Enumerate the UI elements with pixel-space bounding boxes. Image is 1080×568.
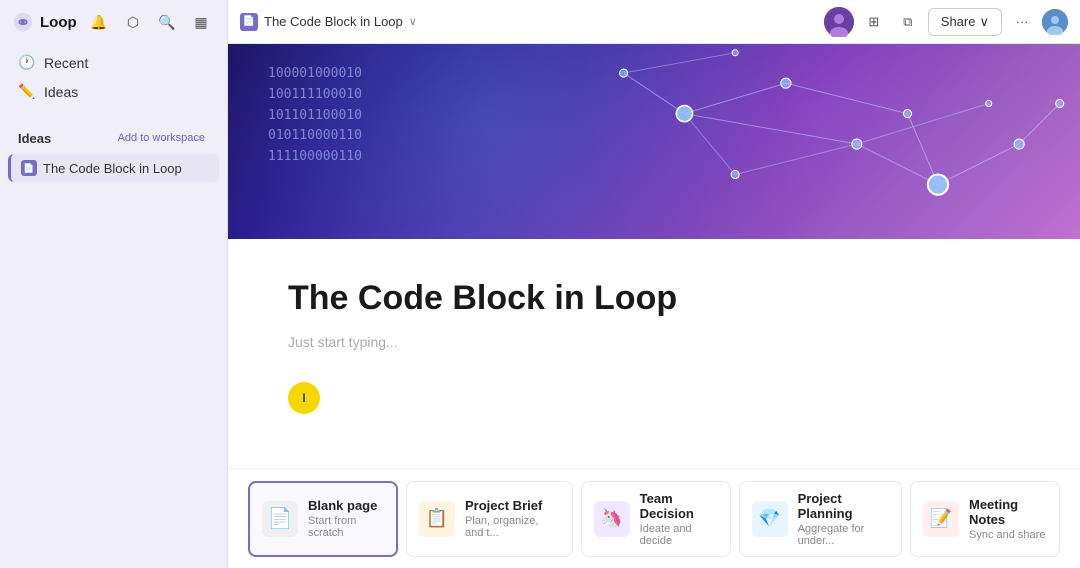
meeting-template-icon: 📝 [923,501,959,537]
avatar-image [824,7,854,37]
planning-template-icon: 💎 [752,501,788,537]
sidebar-top-icons: 🔔 ⬡ 🔍 ▦ [85,8,215,36]
page-title: The Code Block in Loop [288,279,1020,318]
blank-template-desc: Start from scratch [308,515,384,539]
ideas-icon: ✏️ [18,83,36,100]
sidebar-item-recent[interactable]: 🕐 Recent [8,48,219,77]
decision-template-info: Team Decision Ideate and decide [640,491,718,547]
add-to-workspace-button[interactable]: Add to workspace [114,130,209,146]
brief-template-icon: 📋 [419,501,455,537]
search-button[interactable]: 🔍 [153,8,181,36]
user-avatar[interactable] [824,7,854,37]
main-content: 📄 The Code Block in Loop ∨ ⊞ ⧉ Share ∨ [228,0,1080,568]
brief-template-desc: Plan, organize, and t... [465,515,560,539]
sidebar-section-ideas: Ideas Add to workspace 📄 The Code Block … [0,126,227,182]
decision-template-name: Team Decision [640,491,718,521]
meeting-template-info: Meeting Notes Sync and share [969,497,1047,541]
text-cursor: I [288,382,320,414]
sidebar-section-header: Ideas Add to workspace [8,126,219,150]
topbar: 📄 The Code Block in Loop ∨ ⊞ ⧉ Share ∨ [228,0,1080,44]
page-content: The Code Block in Loop Just start typing… [228,239,1080,468]
decision-template-icon: 🦄 [594,501,630,537]
app-name: Loop [40,14,77,31]
template-card-brief[interactable]: 📋 Project Brief Plan, organize, and t... [406,481,573,557]
apps-button[interactable]: ⊞ [860,8,888,36]
share-label: Share [941,14,976,29]
template-card-blank[interactable]: 📄 Blank page Start from scratch [248,481,398,557]
breadcrumb-text: The Code Block in Loop [264,14,403,29]
page-item-icon: 📄 [21,160,37,176]
topbar-actions: ⊞ ⧉ Share ∨ ··· [824,7,1068,37]
page-placeholder[interactable]: Just start typing... [288,334,1020,350]
meeting-template-desc: Sync and share [969,529,1047,541]
breadcrumb: 📄 The Code Block in Loop ∨ [240,13,816,31]
hero-banner: 100001000010 100111100010 101101100010 0… [228,44,1080,239]
loop-logo-icon [12,11,34,33]
starred-button[interactable]: ⬡ [119,8,147,36]
sidebar-item-recent-label: Recent [44,55,88,71]
planning-template-name: Project Planning [798,491,889,521]
profile-avatar-image [1042,9,1068,35]
sidebar-section-title: Ideas [18,131,51,146]
share-chevron-icon: ∨ [979,14,989,30]
notifications-button[interactable]: 🔔 [85,8,113,36]
breadcrumb-chevron-icon[interactable]: ∨ [409,15,417,28]
template-card-meeting[interactable]: 📝 Meeting Notes Sync and share [910,481,1060,557]
brief-template-info: Project Brief Plan, organize, and t... [465,498,560,539]
planning-template-desc: Aggregate for under... [798,523,889,547]
templates-row: 📄 Blank page Start from scratch 📋 Projec… [228,468,1080,568]
sidebar: Loop 🔔 ⬡ 🔍 ▦ 🕐 Recent ✏️ Ideas Ideas Add… [0,0,228,568]
app-logo[interactable]: Loop [12,11,77,33]
layout-button[interactable]: ▦ [187,8,215,36]
sidebar-item-ideas[interactable]: ✏️ Ideas [8,77,219,106]
breadcrumb-icon: 📄 [240,13,258,31]
sidebar-page-item-code-block[interactable]: 📄 The Code Block in Loop [8,154,219,182]
sidebar-page-label: The Code Block in Loop [43,161,182,176]
blank-template-name: Blank page [308,498,384,513]
sidebar-item-ideas-label: Ideas [44,84,78,100]
template-card-planning[interactable]: 💎 Project Planning Aggregate for under..… [739,481,902,557]
meeting-template-name: Meeting Notes [969,497,1047,527]
decision-template-desc: Ideate and decide [640,523,718,547]
brief-template-name: Project Brief [465,498,560,513]
sidebar-header: Loop 🔔 ⬡ 🔍 ▦ [0,0,227,44]
hero-network-svg [228,44,1080,239]
template-card-decision[interactable]: 🦄 Team Decision Ideate and decide [581,481,731,557]
blank-template-info: Blank page Start from scratch [308,498,384,539]
blank-template-icon: 📄 [262,501,298,537]
recent-icon: 🕐 [18,54,36,71]
copy-button[interactable]: ⧉ [894,8,922,36]
share-button[interactable]: Share ∨ [928,8,1002,36]
more-options-button[interactable]: ··· [1008,8,1036,36]
profile-avatar[interactable] [1042,9,1068,35]
sidebar-nav: 🕐 Recent ✏️ Ideas [0,44,227,110]
planning-template-info: Project Planning Aggregate for under... [798,491,889,547]
